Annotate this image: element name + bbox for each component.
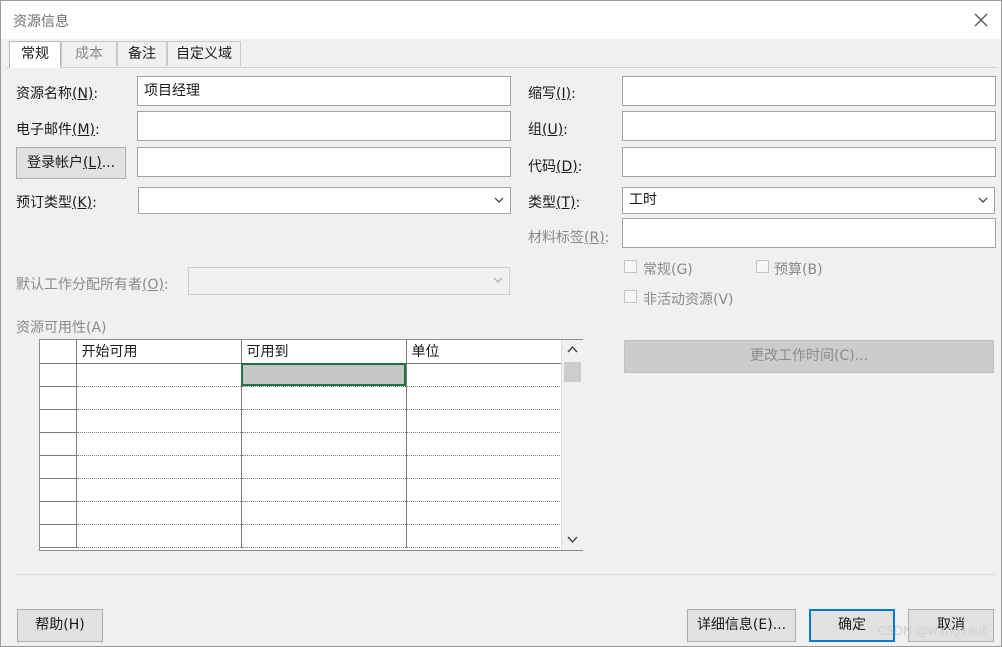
ok-button[interactable]: 确定 — [809, 609, 895, 642]
details-button[interactable]: 详细信息(E)... — [687, 609, 796, 642]
tab-cost[interactable]: 成本 — [61, 41, 117, 66]
table-cell[interactable] — [406, 432, 563, 456]
row-header[interactable] — [40, 432, 77, 456]
generic-checkbox[interactable] — [624, 260, 637, 273]
table-cell[interactable] — [241, 386, 407, 410]
grid-scrollbar[interactable] — [561, 340, 583, 550]
row-header-corner — [40, 340, 77, 364]
change-working-time-button[interactable]: 更改工作时间(C)... — [624, 340, 994, 373]
resource-info-dialog: 资源信息 常规 成本 备注 自定义域 资源名称(N): 项目经理 电子邮件(M)… — [0, 0, 1002, 647]
chevron-down-icon — [978, 197, 988, 203]
table-cell[interactable] — [406, 524, 563, 548]
code-label: 代码(D): — [528, 159, 583, 175]
help-button[interactable]: 帮助(H) — [17, 609, 103, 642]
group-input[interactable] — [622, 111, 996, 141]
availability-grid[interactable]: 开始可用 可用到 单位 — [39, 339, 583, 551]
email-label: 电子邮件(M): — [16, 122, 100, 138]
footer-separator — [15, 574, 995, 575]
close-button[interactable] — [967, 7, 995, 33]
table-row — [40, 432, 563, 456]
column-header-start[interactable]: 开始可用 — [76, 340, 242, 364]
resource-name-input[interactable]: 项目经理 — [137, 76, 511, 106]
dialog-title: 资源信息 — [13, 14, 69, 30]
availability-label: 资源可用性(A) — [16, 320, 107, 336]
login-account-input[interactable] — [137, 147, 511, 177]
group-label: 组(U): — [528, 122, 568, 138]
row-header[interactable] — [40, 478, 77, 502]
chevron-down-icon — [494, 197, 504, 203]
table-cell[interactable] — [241, 455, 407, 479]
booking-type-select[interactable] — [138, 187, 511, 214]
column-header-units[interactable]: 单位 — [406, 340, 563, 364]
table-row — [40, 455, 563, 479]
table-row — [40, 386, 563, 410]
chevron-down-icon[interactable] — [567, 534, 578, 544]
email-input[interactable] — [137, 111, 511, 141]
chevron-up-icon[interactable] — [567, 345, 578, 355]
booking-type-label: 预订类型(K): — [16, 195, 97, 211]
inactive-checkbox-label: 非活动资源(V) — [643, 292, 734, 308]
table-row — [40, 409, 563, 433]
login-account-button[interactable]: 登录帐户(L)... — [16, 147, 126, 179]
budget-checkbox[interactable] — [756, 260, 769, 273]
resource-name-label: 资源名称(N): — [16, 86, 99, 102]
table-cell[interactable] — [406, 363, 563, 387]
material-label-input[interactable] — [622, 218, 996, 248]
tab-custom-fields[interactable]: 自定义域 — [167, 41, 241, 66]
column-header-end[interactable]: 可用到 — [241, 340, 407, 364]
initials-label: 缩写(I): — [528, 86, 576, 102]
table-cell[interactable] — [406, 478, 563, 502]
table-cell[interactable] — [406, 455, 563, 479]
table-cell[interactable] — [241, 501, 407, 525]
budget-checkbox-label: 预算(B) — [774, 262, 823, 278]
table-cell[interactable] — [241, 478, 407, 502]
table-cell[interactable] — [76, 432, 242, 456]
default-owner-label: 默认工作分配所有者(O): — [16, 277, 169, 293]
table-cell[interactable] — [241, 409, 407, 433]
default-owner-select[interactable] — [188, 267, 510, 295]
table-cell[interactable] — [406, 409, 563, 433]
tab-notes[interactable]: 备注 — [117, 41, 167, 66]
table-header-row: 开始可用 可用到 单位 — [40, 340, 563, 364]
table-cell[interactable] — [76, 524, 242, 548]
generic-checkbox-label: 常规(G) — [643, 262, 693, 278]
code-input[interactable] — [622, 147, 996, 177]
cancel-button[interactable]: 取消 — [908, 609, 994, 642]
type-label: 类型(T): — [528, 195, 581, 211]
table-cell[interactable] — [76, 455, 242, 479]
table-cell-selected[interactable] — [241, 363, 407, 387]
row-header[interactable] — [40, 409, 77, 433]
inactive-checkbox[interactable] — [624, 290, 637, 303]
type-select[interactable]: 工时 — [622, 187, 995, 214]
availability-table: 开始可用 可用到 单位 — [40, 340, 563, 548]
table-row — [40, 524, 563, 548]
table-cell[interactable] — [241, 524, 407, 548]
initials-input[interactable] — [622, 76, 996, 106]
table-cell[interactable] — [406, 386, 563, 410]
row-header[interactable] — [40, 455, 77, 479]
table-cell[interactable] — [76, 478, 242, 502]
scrollbar-thumb[interactable] — [564, 362, 581, 382]
close-icon — [974, 13, 988, 27]
chevron-down-icon — [493, 277, 503, 283]
table-cell[interactable] — [406, 501, 563, 525]
table-row — [40, 363, 563, 387]
row-header[interactable] — [40, 363, 77, 387]
table-cell[interactable] — [76, 501, 242, 525]
row-header[interactable] — [40, 501, 77, 525]
table-row — [40, 501, 563, 525]
table-cell[interactable] — [76, 363, 242, 387]
table-cell[interactable] — [241, 432, 407, 456]
table-cell[interactable] — [76, 409, 242, 433]
type-value: 工时 — [629, 192, 657, 208]
row-header[interactable] — [40, 386, 77, 410]
table-cell[interactable] — [76, 386, 242, 410]
title-bar: 资源信息 — [1, 1, 1001, 39]
material-label-label: 材料标签(R): — [528, 230, 610, 246]
tab-general[interactable]: 常规 — [9, 41, 61, 68]
table-row — [40, 478, 563, 502]
row-header[interactable] — [40, 524, 77, 548]
